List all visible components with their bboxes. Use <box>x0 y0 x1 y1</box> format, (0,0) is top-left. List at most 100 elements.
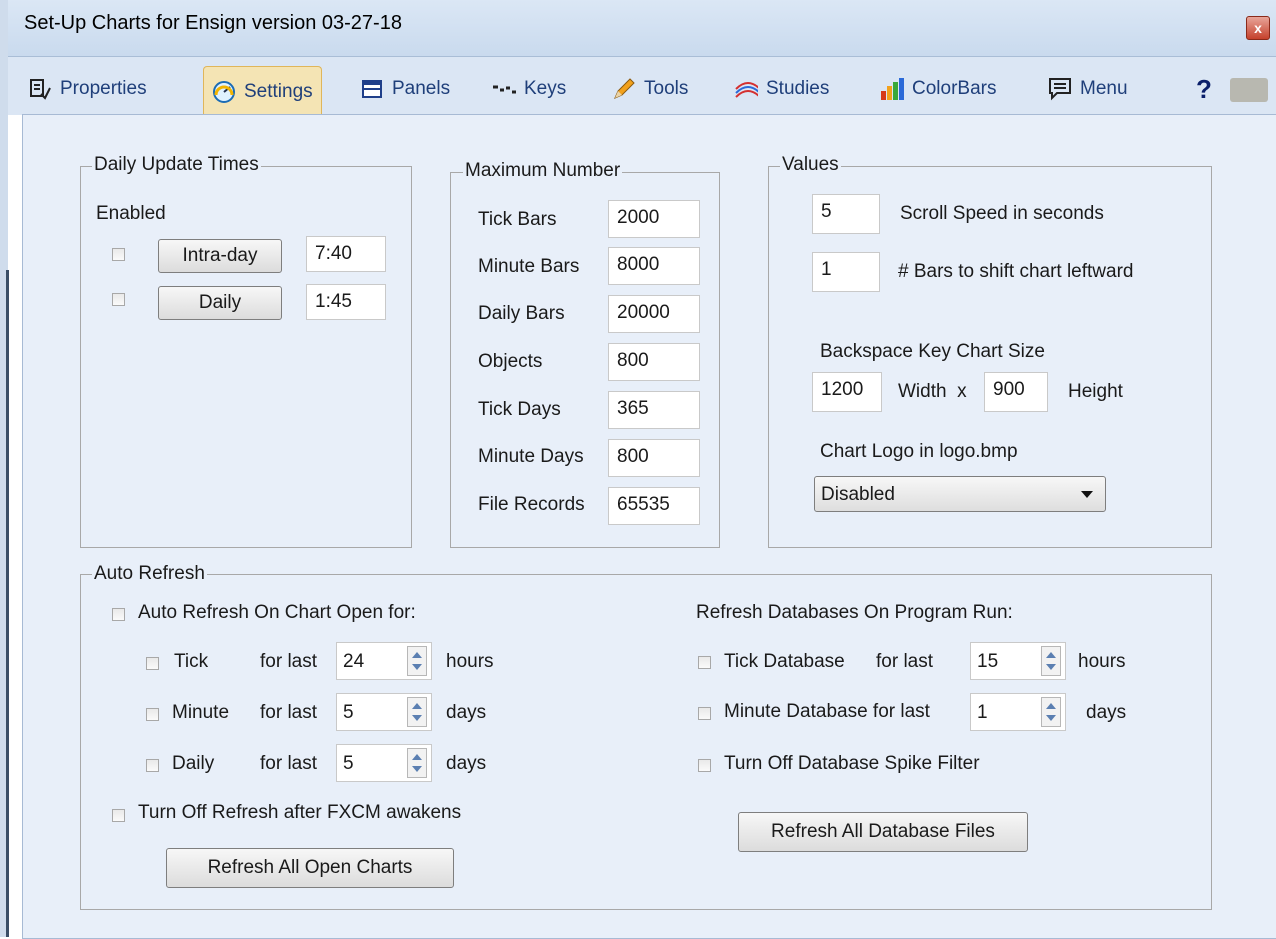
title-bar: Set-Up Charts for Ensign version 03-27-1… <box>8 0 1276 57</box>
minute-days-field[interactable]: 800 <box>608 439 700 477</box>
daily-days-stepper[interactable]: 5 <box>336 744 432 782</box>
window-left-border <box>6 270 9 937</box>
stepper-value: 5 <box>343 753 354 774</box>
tab-label: Keys <box>524 78 567 99</box>
db-refresh-header: Refresh Databases On Program Run: <box>696 602 1013 623</box>
spin-arrows-icon[interactable] <box>1041 697 1061 727</box>
daily-bars-label: Daily Bars <box>478 303 565 324</box>
tab-keys[interactable]: Keys <box>492 70 566 108</box>
tick-refresh-checkbox[interactable] <box>146 657 159 670</box>
tab-label: ColorBars <box>912 78 997 99</box>
daily-refresh-label: Daily <box>172 753 215 774</box>
minute-db-label: Minute Database for last <box>724 701 930 722</box>
shift-bars-field[interactable]: 1 <box>812 252 880 292</box>
spin-arrows-icon[interactable] <box>407 646 427 676</box>
shift-bars-label: # Bars to shift chart leftward <box>898 261 1134 282</box>
camera-icon[interactable] <box>1230 78 1268 102</box>
intraday-button[interactable]: Intra-day <box>158 239 282 273</box>
chart-width-field[interactable]: 1200 <box>812 372 882 412</box>
refresh-open-charts-button[interactable]: Refresh All Open Charts <box>166 848 454 888</box>
tick-db-for-last-label: for last <box>876 651 934 672</box>
tick-db-hours-stepper[interactable]: 15 <box>970 642 1066 680</box>
tick-for-last-label: for last <box>260 651 318 672</box>
tab-studies[interactable]: Studies <box>734 70 829 108</box>
tab-panels[interactable]: Panels <box>360 70 450 108</box>
width-label: Width x <box>898 381 967 402</box>
tick-bars-field[interactable]: 2000 <box>608 200 700 238</box>
chart-logo-label: Chart Logo in logo.bmp <box>820 441 1018 462</box>
gauge-icon <box>212 80 236 104</box>
tick-days-label: Tick Days <box>478 399 561 420</box>
minute-refresh-checkbox[interactable] <box>146 708 159 721</box>
tick-db-checkbox[interactable] <box>698 656 711 669</box>
refresh-database-files-button[interactable]: Refresh All Database Files <box>738 812 1028 852</box>
spin-arrows-icon[interactable] <box>407 748 427 778</box>
keys-icon <box>492 77 516 101</box>
tick-unit-label: hours <box>446 651 494 672</box>
tab-colorbars[interactable]: ColorBars <box>880 70 996 108</box>
stepper-value: 5 <box>343 702 354 723</box>
intraday-time-field[interactable]: 7:40 <box>306 236 386 272</box>
scroll-speed-label: Scroll Speed in seconds <box>900 203 1104 224</box>
tab-label: Settings <box>244 80 313 102</box>
stepper-value: 24 <box>343 651 365 672</box>
turn-off-refresh-checkbox[interactable] <box>112 809 125 822</box>
daily-for-last-label: for last <box>260 753 318 774</box>
tab-tools[interactable]: Tools <box>612 70 688 108</box>
tab-settings[interactable]: Settings <box>203 66 322 116</box>
close-button[interactable]: x <box>1246 16 1270 40</box>
daily-refresh-checkbox[interactable] <box>146 759 159 772</box>
auto-refresh-open-checkbox[interactable] <box>112 608 125 621</box>
tick-db-label: Tick Database <box>724 651 845 672</box>
stepper-value: 15 <box>977 651 999 672</box>
daily-time-field[interactable]: 1:45 <box>306 284 386 320</box>
minute-for-last-label: for last <box>260 702 318 723</box>
tick-days-field[interactable]: 365 <box>608 391 700 429</box>
chart-logo-select[interactable]: Disabled <box>814 476 1106 512</box>
height-label: Height <box>1068 381 1123 402</box>
tab-label: Properties <box>60 78 147 99</box>
colorbars-icon <box>880 77 904 101</box>
daily-update-legend: Daily Update Times <box>92 154 261 176</box>
spike-filter-checkbox[interactable] <box>698 759 711 772</box>
panels-icon <box>360 77 384 101</box>
objects-field[interactable]: 800 <box>608 343 700 381</box>
chart-height-field[interactable]: 900 <box>984 372 1048 412</box>
minute-bars-label: Minute Bars <box>478 256 580 277</box>
spin-arrows-icon[interactable] <box>407 697 427 727</box>
file-records-label: File Records <box>478 494 585 515</box>
backspace-size-label: Backspace Key Chart Size <box>820 341 1045 362</box>
menu-icon <box>1048 77 1072 101</box>
minute-unit-label: days <box>446 702 487 723</box>
turn-off-refresh-label: Turn Off Refresh after FXCM awakens <box>138 802 462 823</box>
wave-icon <box>734 77 758 101</box>
tab-menu[interactable]: Menu <box>1048 70 1128 108</box>
auto-refresh-legend: Auto Refresh <box>92 563 207 585</box>
daily-checkbox[interactable] <box>112 293 125 306</box>
daily-button[interactable]: Daily <box>158 286 282 320</box>
tick-refresh-label: Tick <box>174 651 209 672</box>
minute-days-stepper[interactable]: 5 <box>336 693 432 731</box>
tick-hours-stepper[interactable]: 24 <box>336 642 432 680</box>
auto-refresh-open-label: Auto Refresh On Chart Open for: <box>138 602 416 623</box>
intraday-checkbox[interactable] <box>112 248 125 261</box>
daily-bars-field[interactable]: 20000 <box>608 295 700 333</box>
maximum-number-legend: Maximum Number <box>463 160 623 182</box>
enabled-label: Enabled <box>96 203 166 224</box>
daily-unit-label: days <box>446 753 487 774</box>
chart-logo-value: Disabled <box>821 484 895 505</box>
help-icon[interactable]: ? <box>1196 74 1212 105</box>
file-records-field[interactable]: 65535 <box>608 487 700 525</box>
minute-db-checkbox[interactable] <box>698 707 711 720</box>
minute-refresh-label: Minute <box>172 702 230 723</box>
scroll-speed-field[interactable]: 5 <box>812 194 880 234</box>
minute-db-unit-label: days <box>1086 702 1127 723</box>
spin-arrows-icon[interactable] <box>1041 646 1061 676</box>
minute-db-days-stepper[interactable]: 1 <box>970 693 1066 731</box>
pencil-icon <box>612 77 636 101</box>
minute-bars-field[interactable]: 8000 <box>608 247 700 285</box>
minute-days-label: Minute Days <box>478 446 584 467</box>
properties-icon <box>28 77 52 101</box>
tab-label: Tools <box>644 78 689 99</box>
tab-properties[interactable]: Properties <box>28 70 147 108</box>
